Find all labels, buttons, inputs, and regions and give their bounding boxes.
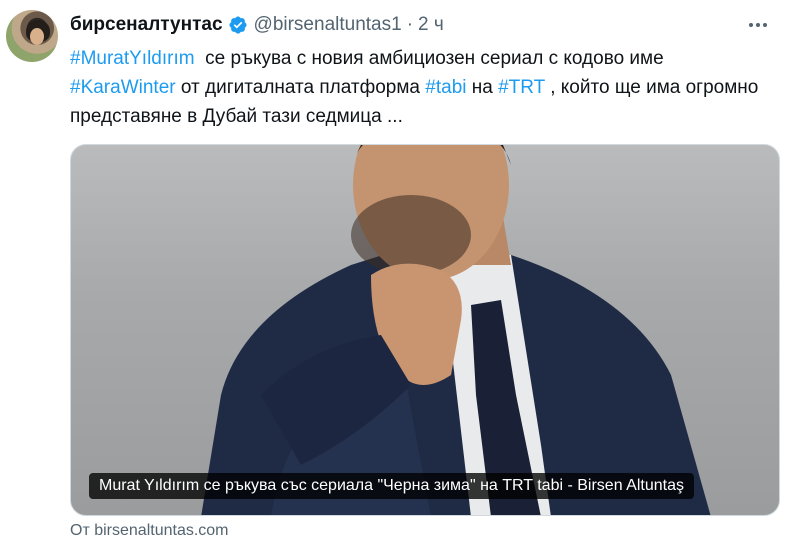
tweet-header: бирсеналтунтас @birsenaltuntas1 · 2 ч [70, 13, 780, 37]
link-card-image[interactable]: Murat Yıldırım се ръкува със сериала "Че… [70, 144, 780, 516]
user-handle[interactable]: @birsenaltuntas1 [254, 14, 402, 36]
separator-dot: · [406, 14, 414, 35]
hashtag-murat[interactable]: #MuratYıldırım [70, 48, 195, 69]
more-options-icon[interactable] [746, 13, 770, 37]
hashtag-tabi[interactable]: #tabi [425, 77, 466, 98]
avatar[interactable] [6, 10, 58, 62]
link-source[interactable]: От birsenaltuntas.com [70, 522, 229, 540]
link-card-caption[interactable]: Murat Yıldırım се ръкува със сериала "Че… [89, 473, 694, 499]
tweet-timestamp[interactable]: 2 ч [418, 14, 444, 36]
hashtag-karawinter[interactable]: #KaraWinter [70, 77, 176, 98]
display-name[interactable]: бирсеналтунтас [70, 14, 223, 36]
hashtag-trt[interactable]: #TRT [498, 77, 545, 98]
avatar-face [30, 28, 44, 45]
tweet-text-part: на [466, 77, 499, 98]
tweet-text: #MuratYıldırım се ръкува с новия амбицио… [70, 44, 780, 131]
verified-badge-icon [228, 15, 248, 35]
tweet-text-part: се ръкува с новия амбициозен сериал с ко… [194, 48, 669, 69]
tweet-text-part: от дигиталната платформа [175, 77, 426, 98]
photo-portrait [201, 145, 711, 515]
